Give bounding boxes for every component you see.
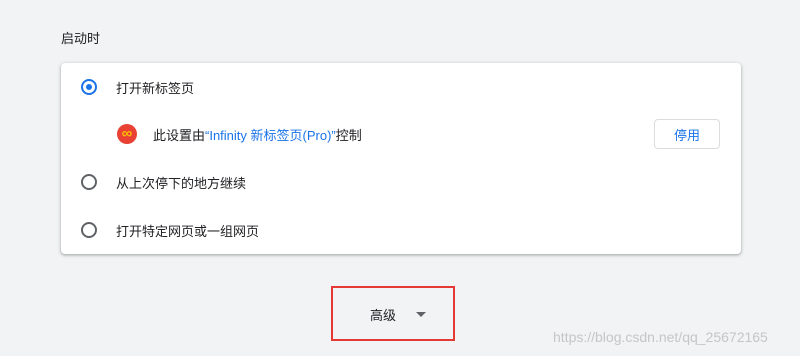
radio-new-tab[interactable] [81,79,97,95]
extension-notice-prefix: 此设置由 [153,127,206,143]
advanced-button[interactable]: 高级 [353,302,437,326]
section-title: 启动时 [61,31,101,46]
extension-notice-text: 此设置由“Infinity 新标签页(Pro)”控制 [153,125,362,144]
radio-continue[interactable] [81,174,97,190]
option-specific-pages[interactable]: 打开特定网页或一组网页 [61,218,741,242]
option-continue[interactable]: 从上次停下的地方继续 [61,170,741,194]
extension-notice-suffix: 控制 [335,127,362,143]
startup-options-card: 打开新标签页 ∞ 此设置由“Infinity 新标签页(Pro)”控制 停用 从… [61,63,741,254]
chevron-down-icon [416,311,427,317]
watermark: https://blog.csdn.net/qq_25672165 [553,329,768,345]
option-new-tab-label: 打开新标签页 [116,80,195,96]
option-specific-pages-label: 打开特定网页或一组网页 [116,223,260,239]
disable-extension-button[interactable]: 停用 [654,119,720,149]
advanced-highlight-box: 高级 [331,286,455,341]
extension-name-link[interactable]: “Infinity 新标签页(Pro)” [205,128,336,143]
advanced-label: 高级 [370,307,397,323]
option-new-tab[interactable]: 打开新标签页 [61,75,741,99]
radio-specific-pages[interactable] [81,222,97,238]
extension-control-notice: ∞ 此设置由“Infinity 新标签页(Pro)”控制 停用 [61,119,741,149]
infinity-icon: ∞ [117,124,137,144]
option-continue-label: 从上次停下的地方继续 [116,175,247,191]
